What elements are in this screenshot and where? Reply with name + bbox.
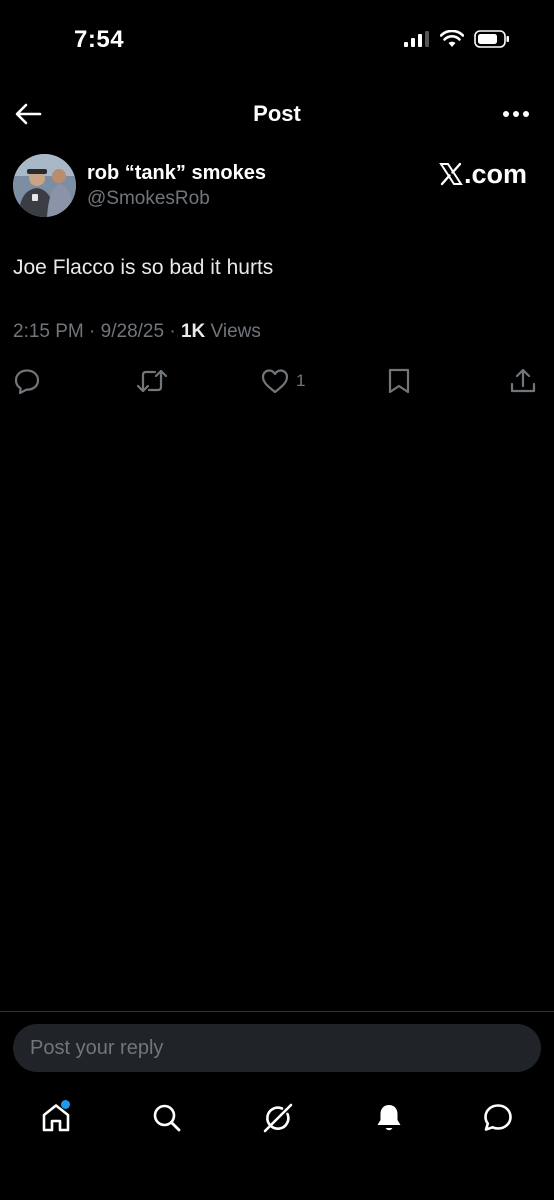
- repost-icon: [136, 369, 168, 393]
- composer-divider: [0, 1011, 554, 1012]
- post-text: Joe Flacco is so bad it hurts: [13, 256, 274, 279]
- views-label: Views: [210, 321, 261, 342]
- tab-home[interactable]: [34, 1096, 78, 1140]
- x-com-watermark: .com: [439, 158, 527, 190]
- reply-placeholder: Post your reply: [30, 1036, 164, 1059]
- page-title: Post: [253, 101, 301, 126]
- meta-separator: ·: [169, 321, 176, 342]
- post-date: 9/28/25: [100, 321, 165, 342]
- repost-button[interactable]: [136, 365, 168, 397]
- messages-icon: [484, 1104, 512, 1131]
- reply-icon: [14, 369, 40, 395]
- tab-notifications[interactable]: [367, 1096, 411, 1140]
- tab-grok[interactable]: [256, 1096, 300, 1140]
- tab-bar: [0, 1092, 554, 1144]
- grok-icon: [263, 1103, 293, 1133]
- wifi-icon: [440, 30, 464, 47]
- share-button[interactable]: [509, 365, 537, 397]
- bookmark-button[interactable]: [385, 365, 413, 397]
- avatar-photo: [13, 154, 76, 217]
- meta-separator: ·: [89, 321, 96, 342]
- bookmark-icon: [388, 368, 410, 394]
- post-meta: 2:15 PM · 9/28/25 · 1K Views: [13, 321, 261, 343]
- home-notification-dot: [61, 1100, 70, 1109]
- reply-button[interactable]: [13, 365, 41, 397]
- battery-icon: [474, 30, 509, 48]
- more-icon: [503, 111, 529, 117]
- x-logo-icon: [439, 162, 463, 186]
- author-display-name[interactable]: rob “tank” smokes: [87, 162, 266, 185]
- tab-messages[interactable]: [476, 1096, 520, 1140]
- more-options-button[interactable]: [500, 100, 532, 128]
- status-icons: [404, 30, 510, 48]
- heart-icon: [261, 369, 289, 394]
- signal-icon: [404, 31, 429, 47]
- like-button[interactable]: 1: [260, 365, 305, 397]
- post-actions: 1: [0, 365, 554, 397]
- status-time: 7:54: [74, 26, 125, 53]
- like-count: 1: [296, 371, 306, 390]
- post-time: 2:15 PM: [13, 321, 84, 342]
- tab-search[interactable]: [145, 1096, 189, 1140]
- views-count[interactable]: 1K: [181, 321, 205, 342]
- watermark-text: .com: [463, 158, 527, 189]
- reply-input[interactable]: Post your reply: [13, 1024, 541, 1072]
- share-icon: [510, 368, 536, 393]
- avatar[interactable]: [13, 154, 76, 217]
- author-handle[interactable]: @SmokesRob: [87, 188, 210, 210]
- header: Post: [0, 90, 554, 138]
- search-icon: [153, 1104, 181, 1132]
- notifications-icon: [377, 1105, 401, 1131]
